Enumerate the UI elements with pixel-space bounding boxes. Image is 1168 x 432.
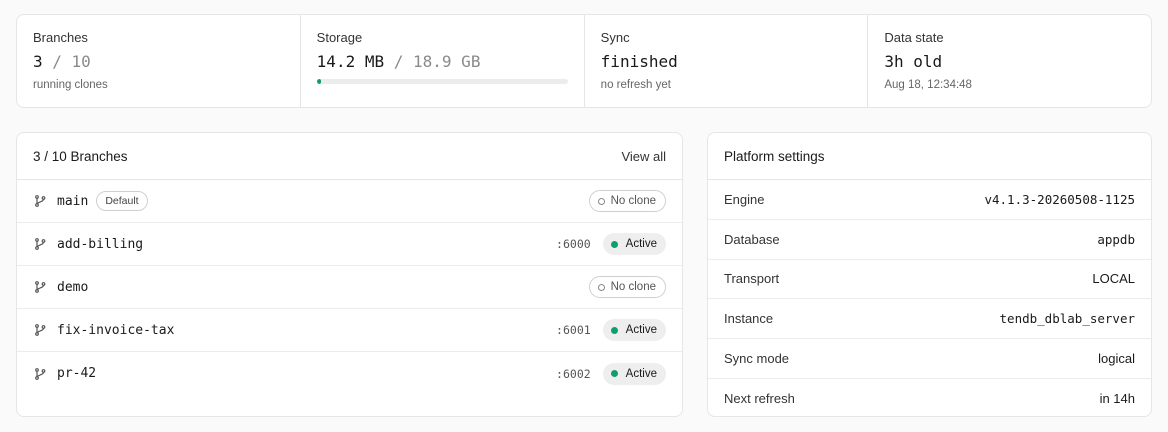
status-dot-icon: [610, 370, 618, 377]
setting-label: Instance: [724, 311, 774, 327]
git-branch-icon: [33, 367, 47, 381]
view-all-link[interactable]: View all: [621, 149, 666, 164]
stat-label: Branches: [33, 30, 88, 45]
status-dot-icon: [597, 197, 605, 205]
setting-value: v4.1.3-20260508-1125: [984, 191, 1135, 207]
branch-name[interactable]: main: [57, 194, 88, 209]
status-text: Active: [625, 324, 657, 336]
setting-row: Sync mode logical: [708, 339, 1151, 379]
status-text: Active: [625, 238, 657, 250]
setting-label: Engine: [724, 191, 765, 207]
status-badge: No clone: [588, 190, 666, 212]
setting-value: logical: [1098, 351, 1135, 367]
setting-label: Sync mode: [724, 351, 790, 367]
stat-sub: Aug 18, 12:34:48: [884, 79, 972, 91]
stat-label: Data state: [884, 30, 944, 45]
setting-label: Next refresh: [724, 391, 795, 407]
branch-name[interactable]: add-billing: [57, 237, 143, 252]
status-dot-icon: [610, 326, 618, 334]
git-branch-icon: [33, 237, 47, 251]
stats-bar: Branches 3 / 10 running clones Storage 1…: [16, 14, 1152, 108]
branch-name[interactable]: demo: [57, 280, 88, 295]
stat-storage: Storage 14.2 MB / 18.9 GB: [301, 15, 585, 107]
stat-label: Storage: [316, 30, 363, 45]
setting-row: Transport LOCAL: [708, 260, 1151, 300]
stat-value: finished: [600, 52, 678, 71]
setting-value: in 14h: [1099, 391, 1135, 407]
stat-value: 3 / 10: [33, 52, 284, 72]
branch-row[interactable]: fix-invoice-tax :6001 Active: [17, 309, 682, 352]
status-dot-icon: [597, 283, 605, 291]
status-badge: No clone: [588, 276, 666, 298]
storage-used: 14.2 MB: [316, 52, 385, 71]
stat-label: Sync: [600, 30, 630, 45]
branches-running-count: 3: [33, 52, 43, 71]
setting-label: Transport: [724, 271, 780, 287]
setting-row: Instance tendb_dblab_server: [708, 299, 1151, 340]
status-badge: Active: [602, 233, 666, 255]
storage-total: / 18.9 GB: [393, 52, 481, 71]
default-tag: Default: [96, 191, 148, 211]
status-text: No clone: [610, 195, 656, 207]
git-branch-icon: [33, 280, 47, 294]
stat-value: 14.2 MB / 18.9 GB: [317, 52, 568, 72]
status-badge: Active: [602, 362, 666, 385]
stat-sub: running clones: [33, 79, 108, 91]
setting-value: appdb: [1097, 231, 1135, 247]
settings-card-title: Platform settings: [724, 148, 825, 164]
branch-row[interactable]: main Default No clone: [17, 180, 682, 223]
stat-branches: Branches 3 / 10 running clones: [17, 15, 301, 107]
setting-row: Engine v4.1.3-20260508-1125: [708, 180, 1151, 220]
settings-card-header: Platform settings: [708, 133, 1151, 180]
clone-port: :6002: [556, 366, 591, 381]
stat-sync: Sync finished no refresh yet: [585, 15, 869, 107]
clone-port: :6000: [556, 237, 591, 251]
stat-value: 3h old: [884, 52, 943, 71]
storage-progress-fill: [316, 79, 321, 84]
branch-row[interactable]: add-billing :6000 Active: [17, 223, 682, 266]
git-branch-icon: [33, 323, 47, 337]
branches-card-title: 3 / 10 Branches: [33, 148, 128, 164]
branch-name[interactable]: fix-invoice-tax: [57, 323, 174, 338]
stat-data-state: Data state 3h old Aug 18, 12:34:48: [868, 15, 1151, 107]
branches-card-header: 3 / 10 Branches View all: [17, 133, 682, 180]
status-text: Active: [625, 367, 657, 380]
branches-limit: / 10: [52, 52, 91, 71]
git-branch-icon: [33, 194, 47, 208]
platform-settings-card: Platform settings Engine v4.1.3-20260508-…: [707, 132, 1152, 417]
setting-value: tendb_dblab_server: [999, 311, 1135, 327]
branches-card: 3 / 10 Branches View all main Default No c…: [16, 132, 683, 417]
setting-value: LOCAL: [1092, 271, 1135, 287]
setting-row: Next refresh in 14h: [708, 379, 1151, 416]
branch-row[interactable]: demo No clone: [17, 266, 682, 309]
branch-name[interactable]: pr-42: [57, 366, 96, 381]
settings-list: Engine v4.1.3-20260508-1125 Database appdb T…: [708, 180, 1151, 416]
status-dot-icon: [610, 240, 618, 248]
status-badge: Active: [602, 319, 666, 341]
clone-port: :6001: [556, 323, 591, 337]
branch-list: main Default No clone add-billing :6000 Activ…: [17, 180, 682, 395]
storage-progress-bar: [316, 79, 568, 84]
setting-label: Database: [724, 231, 780, 247]
stat-sub: no refresh yet: [600, 79, 671, 91]
branch-row[interactable]: pr-42 :6002 Active: [17, 352, 682, 395]
setting-row: Database appdb: [708, 220, 1151, 260]
status-text: No clone: [610, 281, 656, 293]
